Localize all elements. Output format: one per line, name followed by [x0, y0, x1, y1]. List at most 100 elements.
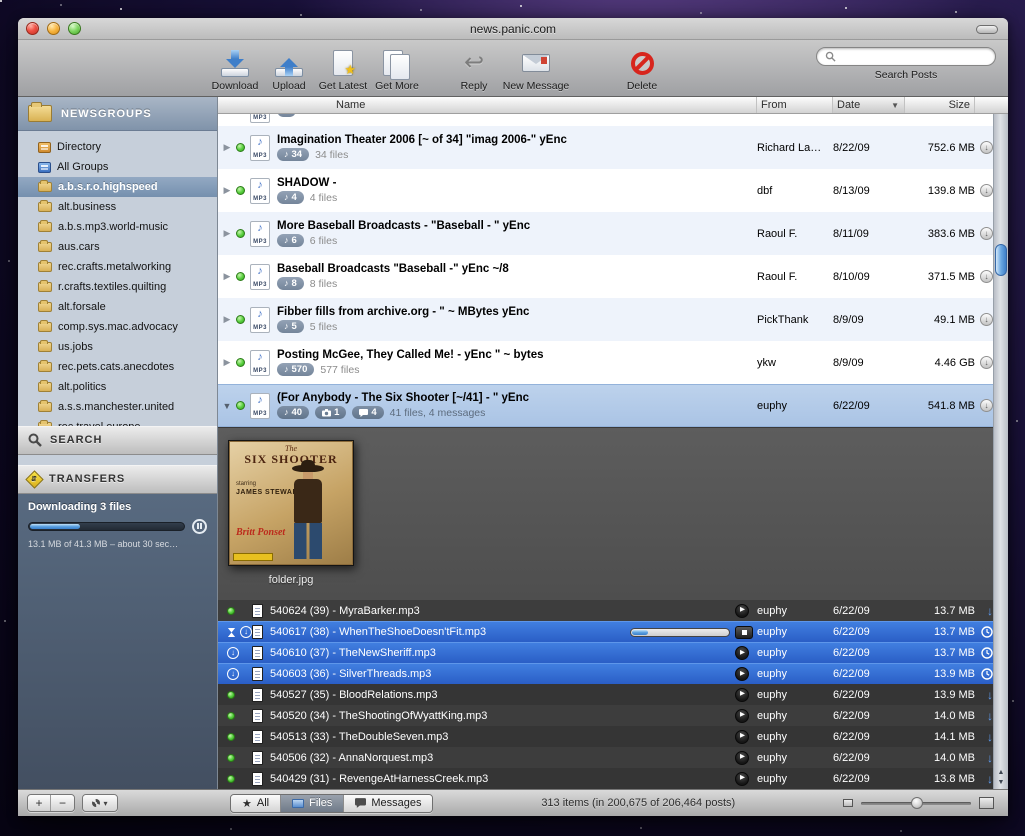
- column-from[interactable]: From: [757, 97, 833, 113]
- toolbar-toggle-button[interactable]: [976, 25, 998, 34]
- delete-button[interactable]: Delete: [618, 43, 666, 94]
- file-doc-icon: [252, 688, 263, 702]
- transfers-section-header[interactable]: ⇵ TRANSFERS: [18, 465, 217, 494]
- sidebar-item-newsgroup[interactable]: rec.travel.europe: [18, 417, 217, 426]
- group-row[interactable]: ▶ ♪MP3 Posting McGee, They Called Me! - …: [218, 341, 1008, 384]
- group-row[interactable]: ▶ ♪MP3 More Baseball Broadcasts - "Baseb…: [218, 212, 1008, 255]
- remove-group-button[interactable]: −: [51, 795, 74, 811]
- from-cell: PickThank: [757, 314, 833, 326]
- message-count-badge: 4: [352, 406, 383, 419]
- poster-banner: [233, 553, 273, 561]
- mp3-file-icon: ♪MP3: [250, 350, 270, 376]
- partial-group-row[interactable]: ♪MP3 ♪: [218, 114, 1008, 126]
- group-row[interactable]: ▶ ♪MP3 Fibber fills from archive.org - "…: [218, 298, 1008, 341]
- file-row[interactable]: 540429 (31) - RevengeAtHarnessCreek.mp3 …: [218, 768, 1008, 789]
- group-row[interactable]: ▶ ♪MP3 SHADOW - ♪44 files dbf 8/13/09 13…: [218, 169, 1008, 212]
- date-cell: 6/22/09: [833, 400, 905, 412]
- row-download-button[interactable]: ↓: [980, 356, 993, 369]
- disclosure-triangle-icon[interactable]: ▶: [218, 185, 236, 196]
- row-download-button[interactable]: ↓: [980, 184, 993, 197]
- disclosure-triangle-icon[interactable]: ▼: [218, 401, 236, 411]
- folder-jpg-thumbnail[interactable]: The SIX SHOOTER starring JAMES STEWART B…: [228, 440, 354, 566]
- upload-button[interactable]: Upload: [262, 43, 316, 94]
- disclosure-triangle-icon[interactable]: ▶: [218, 271, 236, 282]
- file-row-downloading[interactable]: ↓ 540617 (38) - WhenTheShoeDoesn'tFit.mp…: [218, 621, 1008, 642]
- new-message-button[interactable]: New Message: [496, 43, 576, 94]
- stop-button[interactable]: [735, 626, 753, 639]
- column-date[interactable]: Date▼: [833, 97, 905, 113]
- search-field[interactable]: [816, 47, 996, 66]
- file-row[interactable]: 540527 (35) - BloodRelations.mp3 ▶ euphy…: [218, 684, 1008, 705]
- mp3-file-icon: ♪MP3: [250, 307, 270, 333]
- sidebar-item-newsgroup[interactable]: a.s.s.manchester.united: [18, 397, 217, 417]
- sidebar-item-newsgroup[interactable]: comp.sys.mac.advocacy: [18, 317, 217, 337]
- play-button[interactable]: ▶: [735, 646, 749, 660]
- disclosure-triangle-icon[interactable]: ▶: [218, 314, 236, 325]
- file-row[interactable]: 540520 (34) - TheShootingOfWyattKing.mp3…: [218, 705, 1008, 726]
- group-row[interactable]: ▶ ♪MP3 Imagination Theater 2006 [~ of 34…: [218, 126, 1008, 169]
- filter-all-button[interactable]: ★All: [231, 795, 281, 812]
- thumbnail-size-slider[interactable]: [861, 802, 971, 805]
- sidebar-item-directory[interactable]: Directory: [18, 137, 217, 157]
- play-button[interactable]: ▶: [735, 751, 749, 765]
- file-row[interactable]: 540624 (39) - MyraBarker.mp3 ▶ euphy 6/2…: [218, 600, 1008, 621]
- sidebar-item-newsgroup[interactable]: aus.cars: [18, 237, 217, 257]
- sidebar-item-newsgroup[interactable]: rec.pets.cats.anecdotes: [18, 357, 217, 377]
- row-download-button[interactable]: ↓: [980, 141, 993, 154]
- action-menu-button[interactable]: ▾: [83, 795, 117, 811]
- file-row[interactable]: 540513 (33) - TheDoubleSeven.mp3 ▶ euphy…: [218, 726, 1008, 747]
- sidebar-item-newsgroup[interactable]: a.b.s.r.o.highspeed: [18, 177, 217, 197]
- play-button[interactable]: ▶: [735, 709, 749, 723]
- reply-button[interactable]: ↩ Reply: [452, 43, 496, 94]
- search-section-header[interactable]: SEARCH: [18, 426, 217, 455]
- search-input[interactable]: [841, 51, 987, 63]
- column-name[interactable]: Name: [218, 97, 757, 113]
- sidebar-item-newsgroup[interactable]: a.b.s.mp3.world-music: [18, 217, 217, 237]
- filter-files-button[interactable]: Files: [281, 795, 344, 812]
- disclosure-triangle-icon[interactable]: ▶: [218, 142, 236, 153]
- file-row[interactable]: 540506 (32) - AnnaNorquest.mp3 ▶ euphy 6…: [218, 747, 1008, 768]
- minimize-button[interactable]: [47, 22, 60, 35]
- download-button[interactable]: Download: [208, 43, 262, 94]
- play-button[interactable]: ▶: [735, 772, 749, 786]
- audio-count-badge: ♪8: [277, 277, 304, 290]
- play-button[interactable]: ▶: [735, 667, 749, 681]
- column-size[interactable]: Size: [905, 97, 975, 113]
- sidebar-item-newsgroup[interactable]: rec.crafts.metalworking: [18, 257, 217, 277]
- play-button[interactable]: ▶: [735, 604, 749, 618]
- scroll-down-button[interactable]: ▼: [998, 779, 1005, 786]
- close-button[interactable]: [26, 22, 39, 35]
- file-row-queued[interactable]: ↓ 540610 (37) - TheNewSheriff.mp3 ▶ euph…: [218, 642, 1008, 663]
- disclosure-triangle-icon[interactable]: ▶: [218, 357, 236, 368]
- zoom-button[interactable]: [68, 22, 81, 35]
- group-row-selected[interactable]: ▼ ♪MP3 (For Anybody - The Six Shooter [~…: [218, 384, 1008, 427]
- get-latest-icon: ★: [325, 48, 361, 78]
- sidebar-item-newsgroup[interactable]: alt.business: [18, 197, 217, 217]
- row-download-button[interactable]: ↓: [980, 313, 993, 326]
- filter-messages-button[interactable]: Messages: [344, 795, 432, 812]
- file-row-queued[interactable]: ↓ 540603 (36) - SilverThreads.mp3 ▶ euph…: [218, 663, 1008, 684]
- sidebar-item-all-groups[interactable]: All Groups: [18, 157, 217, 177]
- group-row[interactable]: ▶ ♪MP3 Baseball Broadcasts "Baseball -" …: [218, 255, 1008, 298]
- sidebar-item-newsgroup[interactable]: us.jobs: [18, 337, 217, 357]
- get-latest-button[interactable]: ★ Get Latest: [316, 43, 370, 94]
- get-more-button[interactable]: Get More: [370, 43, 424, 94]
- row-download-button[interactable]: ↓: [980, 227, 993, 240]
- sidebar-item-newsgroup[interactable]: alt.politics: [18, 377, 217, 397]
- play-button[interactable]: ▶: [735, 730, 749, 744]
- title-bar[interactable]: news.panic.com: [18, 18, 1008, 40]
- play-button[interactable]: ▶: [735, 688, 749, 702]
- disclosure-triangle-icon[interactable]: ▶: [218, 228, 236, 239]
- sidebar-footer-controls: + − ▾: [18, 794, 218, 812]
- slider-thumb[interactable]: [911, 797, 923, 809]
- sidebar-item-newsgroup[interactable]: r.crafts.textiles.quilting: [18, 277, 217, 297]
- vertical-scrollbar[interactable]: ▲ ▼: [993, 114, 1008, 789]
- speech-bubble-icon: [359, 409, 368, 417]
- add-group-button[interactable]: +: [28, 795, 51, 811]
- row-download-button[interactable]: ↓: [980, 399, 993, 412]
- scroll-up-button[interactable]: ▲: [998, 769, 1005, 776]
- row-download-button[interactable]: ↓: [980, 270, 993, 283]
- scrollbar-thumb[interactable]: [995, 244, 1007, 276]
- pause-button[interactable]: [192, 519, 207, 534]
- sidebar-item-newsgroup[interactable]: alt.forsale: [18, 297, 217, 317]
